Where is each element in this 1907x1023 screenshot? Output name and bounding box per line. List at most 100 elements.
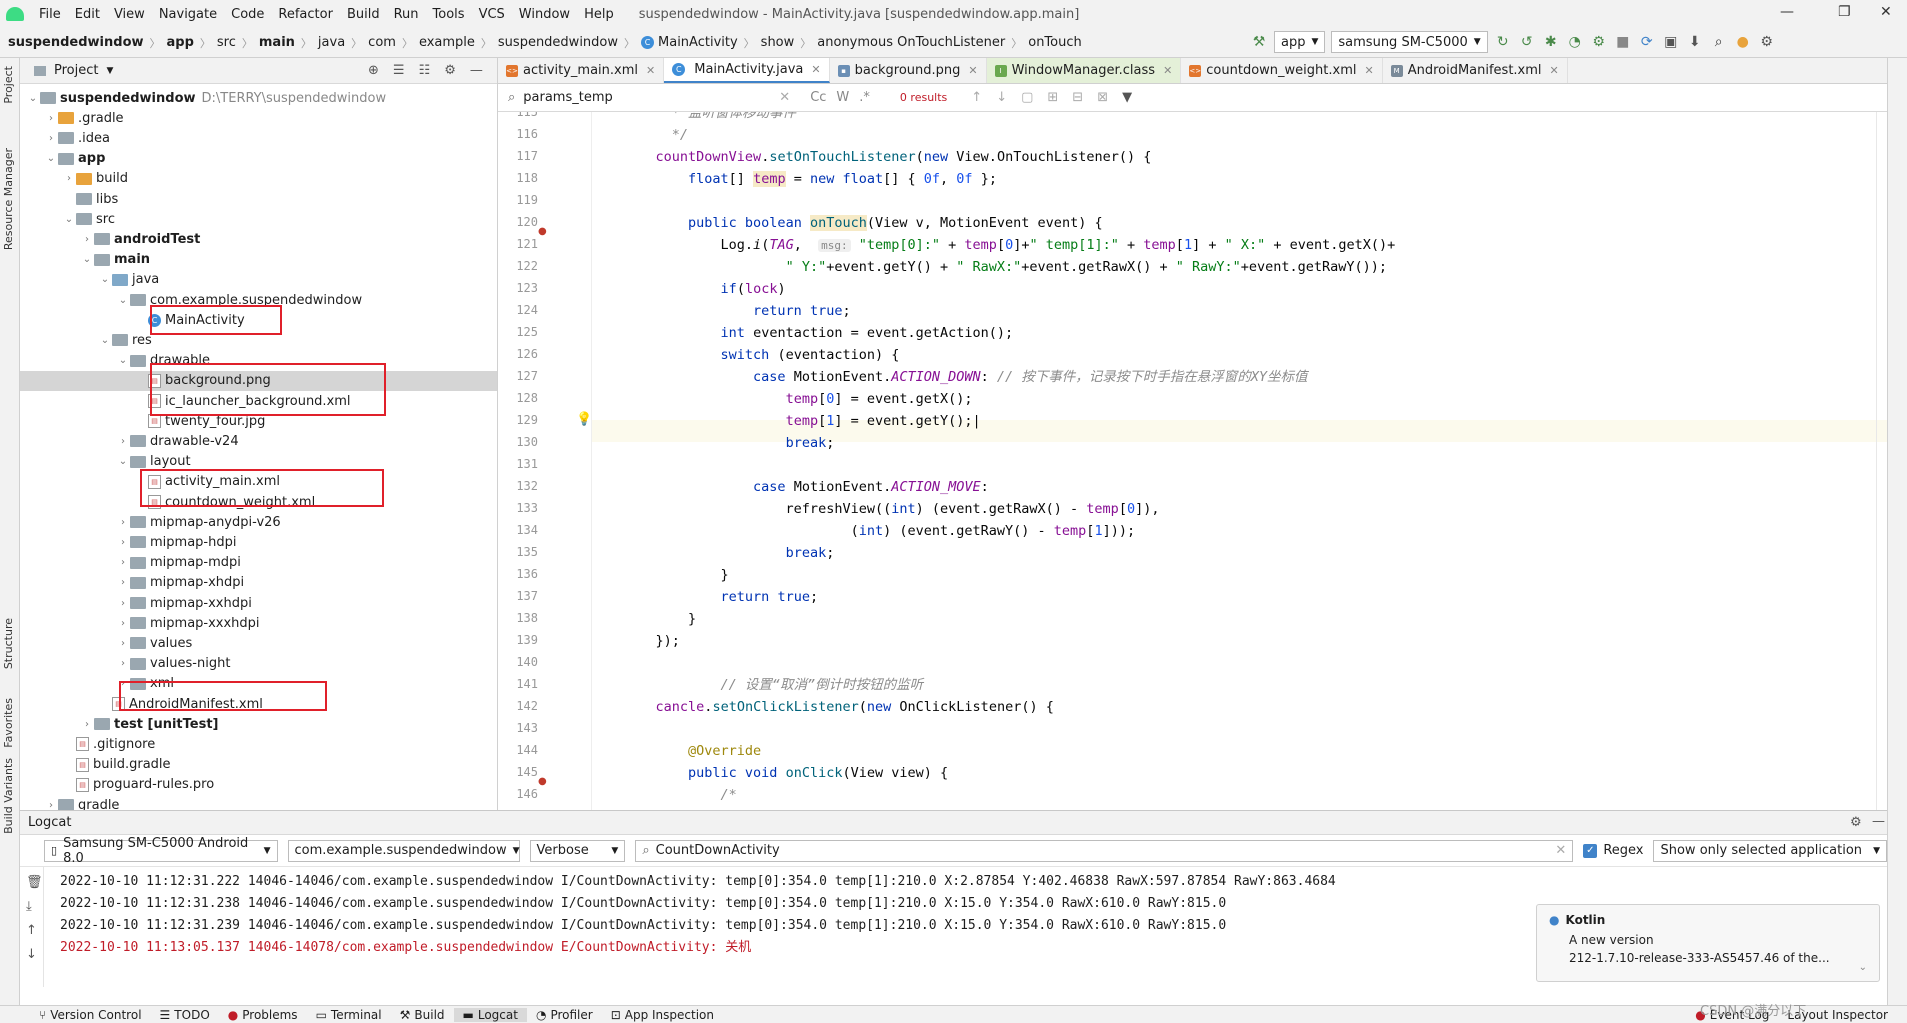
chevron-right-icon[interactable]: › <box>80 719 94 730</box>
tree-item[interactable]: › drawable-v24 <box>20 431 497 451</box>
settings-icon[interactable]: ⚙ <box>1850 815 1862 830</box>
expand-all-icon[interactable]: ☰ <box>393 63 405 78</box>
tab-activity-main[interactable]: <> activity_main.xml ✕ <box>498 58 665 83</box>
debug-icon[interactable]: ✱ <box>1542 33 1560 51</box>
apply-changes-icon[interactable]: ↺ <box>1518 33 1536 51</box>
chevron-right-icon[interactable]: › <box>116 436 130 447</box>
remove-selection-icon[interactable]: ⊟ <box>1072 90 1083 105</box>
menu-vcs[interactable]: VCS <box>472 7 512 22</box>
tree-item[interactable]: ⌄ main <box>20 250 497 270</box>
tree-item[interactable]: › values <box>20 633 497 653</box>
sync-icon[interactable]: ⟳ <box>1638 33 1656 51</box>
profile-icon[interactable]: ◔ <box>1566 33 1584 51</box>
chevron-right-icon[interactable]: › <box>44 800 58 811</box>
tree-item[interactable]: ⌄ src <box>20 209 497 229</box>
minimize-icon[interactable]: — <box>1780 4 1794 20</box>
add-selection-icon[interactable]: ⊞ <box>1047 90 1058 105</box>
crumb-app[interactable]: app <box>167 35 194 50</box>
tool-version-control[interactable]: ⑂ Version Control <box>30 1008 151 1022</box>
chevron-right-icon[interactable]: › <box>116 557 130 568</box>
hide-icon[interactable]: — <box>470 63 483 78</box>
menu-run[interactable]: Run <box>387 7 426 22</box>
menu-build[interactable]: Build <box>340 7 387 22</box>
crumb-java[interactable]: java <box>318 35 345 50</box>
tree-item[interactable]: › mipmap-anydpi-v26 <box>20 512 497 532</box>
tool-terminal[interactable]: ▭ Terminal <box>307 1008 391 1022</box>
chevron-down-icon[interactable]: ⌄ <box>80 254 94 265</box>
chevron-down-icon[interactable]: ⌄ <box>62 214 76 225</box>
override-marker-icon[interactable]: ● <box>538 776 547 787</box>
kotlin-notification[interactable]: ● Kotlin A new version 212-1.7.10-release… <box>1536 904 1880 982</box>
tab-windowmanager[interactable]: I WindowManager.class ✕ <box>986 58 1182 83</box>
menu-tools[interactable]: Tools <box>426 7 472 22</box>
menu-view[interactable]: View <box>107 7 152 22</box>
tree-item[interactable]: › build <box>20 169 497 189</box>
tree-item[interactable]: › mipmap-xhdpi <box>20 573 497 593</box>
crumb-project[interactable]: suspendedwindow <box>8 35 144 50</box>
tree-item[interactable]: › gradle <box>20 795 497 811</box>
chevron-right-icon[interactable]: › <box>116 598 130 609</box>
chevron-down-icon[interactable]: ⌄ <box>116 456 130 467</box>
tree-item[interactable]: › mipmap-mdpi <box>20 553 497 573</box>
hammer-icon[interactable]: ⚒ <box>1250 33 1268 51</box>
device-select[interactable]: ▯ Samsung SM-C5000 Android 8.0 ▼ <box>44 836 278 866</box>
menu-edit[interactable]: Edit <box>68 7 107 22</box>
maximize-icon[interactable]: ❐ <box>1838 4 1851 20</box>
menu-refactor[interactable]: Refactor <box>271 7 340 22</box>
level-select[interactable]: Verbose ▼ <box>529 839 626 862</box>
prev-occurrence-icon[interactable]: ↑ <box>971 90 982 105</box>
menu-navigate[interactable]: Navigate <box>152 7 224 22</box>
sdk-manager-icon[interactable]: ⬇ <box>1686 33 1704 51</box>
chevron-right-icon[interactable]: › <box>116 537 130 548</box>
chevron-down-icon[interactable]: ⌄ <box>44 153 58 164</box>
notification-link[interactable]: 212-1.7.10-release-333-AS5457.46 of the.… <box>1569 951 1867 965</box>
search-icon[interactable]: ⌕ <box>1710 33 1728 51</box>
down-icon[interactable]: ↓ <box>26 947 37 962</box>
select-all-occurrences-icon[interactable]: ⊠ <box>1097 90 1108 105</box>
crumb-main[interactable]: main <box>259 35 295 50</box>
menu-code[interactable]: Code <box>224 7 271 22</box>
filter-icon[interactable]: ▼ <box>1122 90 1132 105</box>
tree-item[interactable]: ▤ .gitignore <box>20 734 497 754</box>
find-input[interactable]: params_temp <box>523 90 773 105</box>
chevron-right-icon[interactable]: › <box>116 618 130 629</box>
tree-item[interactable]: › mipmap-xxhdpi <box>20 593 497 613</box>
locate-icon[interactable]: ⊕ <box>368 63 379 78</box>
app-filter-select[interactable]: Show only selected application ▼ <box>1653 839 1887 862</box>
menu-help[interactable]: Help <box>577 7 621 22</box>
stop-icon[interactable]: ■ <box>1614 33 1632 51</box>
tool-todo[interactable]: ☰ TODO <box>151 1008 219 1022</box>
rerun-icon[interactable]: ↻ <box>1494 33 1512 51</box>
tree-item[interactable]: ⌄ java <box>20 270 497 290</box>
trash-icon[interactable]: 🗑 <box>26 875 43 890</box>
package-select[interactable]: com.example.suspendedwindow ▼ <box>287 839 520 862</box>
tab-mainactivity[interactable]: C MainActivity.java ✕ <box>664 58 830 83</box>
match-case-button[interactable]: Cc <box>810 90 826 105</box>
run-config-select[interactable]: app ▼ <box>1274 31 1326 53</box>
tree-item[interactable]: ⌄ suspendedwindow D:\TERRY\suspendedwindow <box>20 88 497 108</box>
override-marker-icon[interactable]: ● <box>538 226 547 237</box>
tool-build-variants[interactable]: Build Variants <box>2 758 15 834</box>
tool-app-inspection[interactable]: ⊡ App Inspection <box>602 1008 723 1022</box>
chevron-down-icon[interactable]: ⌄ <box>116 355 130 366</box>
next-occurrence-icon[interactable]: ↓ <box>996 90 1007 105</box>
chevron-right-icon[interactable]: › <box>62 173 76 184</box>
crumb-method-show[interactable]: show <box>761 35 795 50</box>
chevron-right-icon[interactable]: › <box>116 638 130 649</box>
code-editor[interactable]: 115 116 117 118 119 120 121 122 123 124 125 126 127 1… <box>498 112 1887 810</box>
collapse-all-icon[interactable]: ☷ <box>419 63 431 78</box>
update-icon[interactable]: ● <box>1734 33 1752 51</box>
crumb-ontouch[interactable]: onTouch <box>1028 35 1082 50</box>
tree-item[interactable]: › mipmap-xxxhdpi <box>20 613 497 633</box>
gear-icon[interactable]: ⚙ <box>1758 33 1776 51</box>
tool-profiler[interactable]: ◔ Profiler <box>527 1008 602 1022</box>
chevron-right-icon[interactable]: › <box>80 234 94 245</box>
menu-file[interactable]: File <box>32 7 68 22</box>
tool-favorites[interactable]: Favorites <box>2 698 15 748</box>
tab-countdown-weight[interactable]: <> countdown_weight.xml ✕ <box>1181 58 1383 83</box>
up-icon[interactable]: ↑ <box>26 923 37 938</box>
hide-icon[interactable]: — <box>1872 814 1885 829</box>
settings-icon[interactable]: ⚙ <box>444 63 456 78</box>
tree-item[interactable]: › .gradle <box>20 108 497 128</box>
logcat-search-input[interactable]: ⌕ CountDownActivity ✕ <box>635 839 1574 862</box>
